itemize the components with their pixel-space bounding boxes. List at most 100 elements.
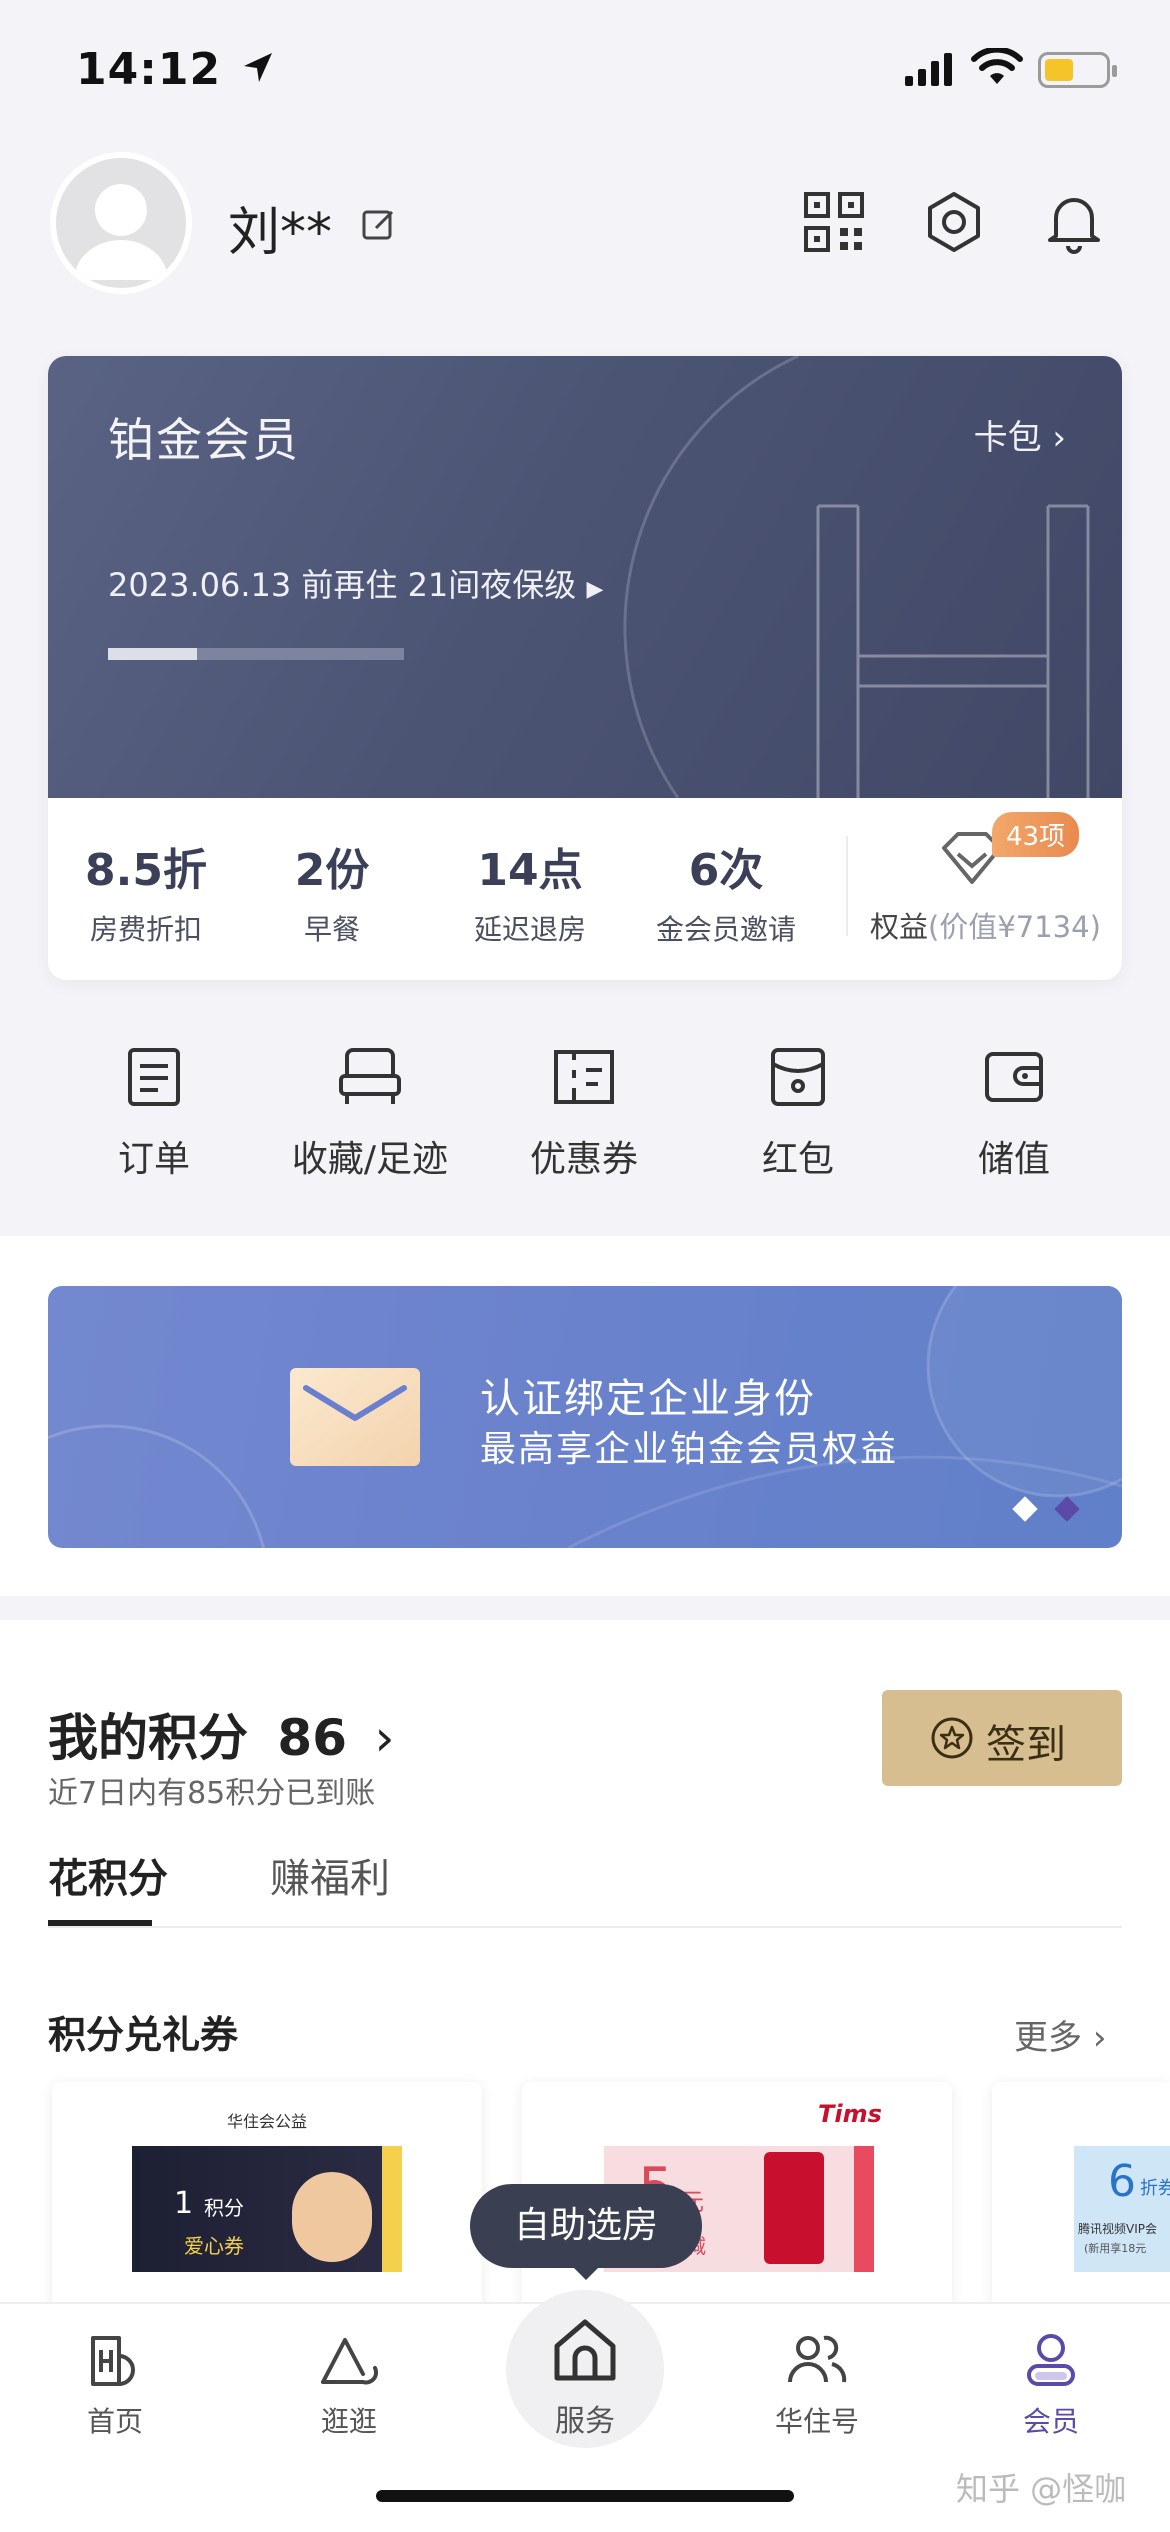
quick-link-label: 红包 [761, 1139, 834, 1180]
benefits-link[interactable]: 权益(价值¥7134) [870, 904, 1101, 946]
coupon-unit: 折券 [1140, 2178, 1170, 2199]
chevron-right-icon: › [374, 1709, 395, 1767]
quick-link-orders[interactable]: 订单 [74, 1046, 234, 1182]
tab-service[interactable]: 服务 [510, 2314, 660, 2440]
order-icon [128, 1048, 180, 1106]
bed-icon [339, 1048, 401, 1104]
divider [846, 836, 848, 936]
quick-link-stored-value[interactable]: 储值 [934, 1046, 1094, 1182]
coupon-edge [382, 2146, 402, 2272]
stat-label: 延迟退房 [473, 913, 586, 946]
settings-icon[interactable] [922, 190, 986, 254]
stat-late-checkout[interactable]: 14点延迟退房 [432, 834, 628, 948]
card-wallet-link[interactable]: 卡包 › [974, 410, 1066, 459]
tab-label: 首页 [86, 2405, 143, 2438]
member-card-header: 铂金会员 卡包 › 2023.06.13 前再住 21间夜保级 ▶ [48, 356, 1122, 798]
stat-label: 早餐 [303, 913, 360, 946]
checkin-button[interactable]: 签到 [882, 1690, 1122, 1786]
member-card[interactable]: 铂金会员 卡包 › 2023.06.13 前再住 21间夜保级 ▶ 8.5折房费… [48, 356, 1122, 980]
quick-link-favorites[interactable]: 收藏/足迹 [290, 1046, 450, 1182]
points-value: 86 [277, 1709, 348, 1767]
coupon-icon [554, 1050, 614, 1104]
watermark: 知乎 @怪咖 [956, 2470, 1127, 2508]
section-title: 积分兑礼券 [48, 2013, 239, 2057]
username: 刘** [228, 203, 333, 263]
banner-title: 认证绑定企业身份 [480, 1376, 816, 1422]
tab-label: 会员 [1022, 2405, 1079, 2438]
chevron-right-icon: › [1092, 2018, 1107, 2058]
member-tier: 铂金会员 [108, 413, 300, 467]
stat-room-discount[interactable]: 8.5折房费折扣 [48, 834, 244, 948]
tab-label: 服务 [555, 2404, 615, 2439]
avatar[interactable] [50, 152, 192, 294]
coupon-image: 1 积分 爱心券 [132, 2146, 402, 2272]
stat-value: 6次 [688, 845, 764, 896]
tab-explore[interactable]: 逛逛 [274, 2330, 424, 2440]
stat-label: 金会员邀请 [655, 913, 796, 946]
coupon-name: 爱心券 [184, 2234, 244, 2258]
points-title: 我的积分 [48, 1709, 248, 1767]
tier-progress-bar [108, 648, 404, 660]
stat-value: 2份 [294, 845, 370, 896]
tier-progress-fill [108, 648, 197, 660]
tab-member[interactable]: 会员 [976, 2330, 1126, 2440]
banner-subtitle: 最高享企业铂金会员权益 [480, 1429, 899, 1470]
tims-cup-image [764, 2152, 824, 2264]
stat-value: 8.5折 [85, 845, 207, 896]
tab-spend-points[interactable]: 花积分 [48, 1846, 168, 1904]
qr-code-icon[interactable] [802, 190, 866, 254]
coupon-desc: (新用享18元 [1084, 2242, 1147, 2255]
status-time: 14:12 [76, 44, 222, 95]
tier-progress-text[interactable]: 2023.06.13 前再住 21间夜保级 ▶ [108, 560, 603, 606]
coupon-unit: 积分 [204, 2196, 244, 2220]
tab-earn-benefits[interactable]: 赚福利 [270, 1846, 390, 1904]
hotel-icon [91, 2336, 135, 2386]
location-arrow-icon [244, 53, 272, 82]
bubble-tail [570, 2264, 602, 2280]
points-link[interactable]: 我的积分 86 › [48, 1698, 394, 1770]
status-bar: 14:12 [0, 0, 1170, 140]
coupon-brand: 华住会公益 [226, 2112, 307, 2131]
chevron-right-icon: › [1052, 418, 1066, 458]
stat-gold-invite[interactable]: 6次金会员邀请 [628, 834, 824, 948]
quick-link-red-packet[interactable]: 红包 [718, 1046, 878, 1182]
tab-huazhu-account[interactable]: 华住号 [742, 2330, 892, 2440]
member-icon [1027, 2334, 1075, 2386]
points-subtitle: 近7日内有85积分已到账 [48, 1776, 376, 1811]
quick-link-coupons[interactable]: 优惠券 [504, 1046, 664, 1182]
home-service-icon [554, 2319, 616, 2381]
wallet-icon [985, 1052, 1043, 1102]
people-icon [788, 2335, 847, 2383]
tab-label: 华住号 [774, 2405, 859, 2438]
tab-home[interactable]: 首页 [40, 2330, 190, 2440]
coupon-amount: 1 [174, 2186, 194, 2221]
coupon-brand: Tims [818, 2100, 882, 2128]
coupon-image: 6 折券 腾讯视频VIP会 (新用享18元 [1074, 2146, 1170, 2272]
coupon-amount: 6 [1108, 2156, 1136, 2207]
tab-divider [48, 1926, 1122, 1928]
quick-link-label: 储值 [977, 1139, 1050, 1180]
play-arrow-icon: ▶ [586, 577, 604, 602]
card-wallet-label: 卡包 [973, 418, 1042, 458]
coupon-edge [854, 2146, 874, 2272]
star-badge-icon [931, 1717, 973, 1759]
battery-icon [1038, 52, 1117, 88]
red-packet-icon [771, 1048, 825, 1106]
more-link[interactable]: 更多 › [1014, 2010, 1106, 2059]
enterprise-banner[interactable]: 认证绑定企业身份 最高享企业铂金会员权益 [48, 1286, 1122, 1548]
checkin-label: 签到 [986, 1722, 1066, 1768]
envelope-icon [290, 1368, 420, 1466]
stat-breakfast[interactable]: 2份早餐 [234, 834, 430, 948]
stat-value: 14点 [477, 845, 583, 896]
benefits-value: (价值¥7134) [928, 910, 1101, 944]
coupon-desc: 腾讯视频VIP会 [1078, 2222, 1157, 2236]
notification-bell-icon[interactable] [1042, 190, 1106, 254]
self-service-room-bubble[interactable]: 自助选房 [470, 2184, 702, 2268]
edit-icon[interactable] [360, 206, 398, 244]
stat-label: 房费折扣 [89, 913, 202, 946]
quick-link-label: 收藏/足迹 [291, 1139, 449, 1180]
benefits-label: 权益 [870, 910, 929, 944]
home-indicator[interactable] [376, 2490, 794, 2502]
signal-icon [905, 53, 952, 86]
quick-link-label: 优惠券 [529, 1139, 638, 1180]
